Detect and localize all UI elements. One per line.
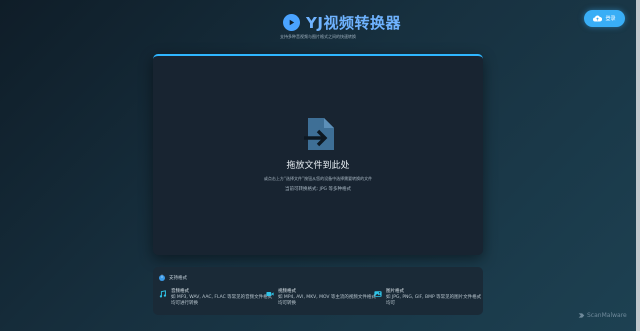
format-desc-cont: 均可转换 xyxy=(278,301,296,306)
play-logo-icon xyxy=(283,14,300,31)
format-item-image: 图片格式 如 JPG, PNG, GIF, BMP 等常见的图片文件格式 均可 xyxy=(374,289,481,307)
dropzone-hint: 或点击上方“选择文件”按钮从您的设备中选择需要转换的文件 xyxy=(263,176,373,181)
brand: YJ视频转换器 xyxy=(283,12,401,33)
watermark-logo-icon xyxy=(578,313,585,318)
supported-formats-panel: i 支持格式 音频格式 如 MP3, WAV, AAC, FLAC 等常见的音频… xyxy=(153,267,483,315)
format-desc: 如 JPG, PNG, GIF, BMP 等常见的图片文件格式 xyxy=(386,295,482,300)
music-icon xyxy=(159,290,167,298)
login-label: 登录 xyxy=(605,16,616,22)
watermark-text: ScanMalware xyxy=(587,312,627,319)
scrollbar[interactable] xyxy=(636,0,640,331)
format-desc-cont: 均可进行转换 xyxy=(171,301,198,306)
scrollbar-thumb[interactable] xyxy=(636,0,640,331)
login-button[interactable]: 登录 xyxy=(584,10,625,27)
dropzone-format-note: 当前可转换格式: JPG 等多种格式 xyxy=(285,187,351,192)
image-icon xyxy=(374,291,382,297)
video-camera-icon xyxy=(266,292,274,296)
upload-dropzone[interactable]: 拖放文件到此处 或点击上方“选择文件”按钮从您的设备中选择需要转换的文件 当前可… xyxy=(153,54,483,255)
info-icon: i xyxy=(159,275,165,281)
format-desc-cont: 均可 xyxy=(386,301,395,306)
formats-heading: i 支持格式 xyxy=(159,275,187,281)
file-import-icon xyxy=(304,118,334,150)
dropzone-title: 拖放文件到此处 xyxy=(286,161,350,171)
formats-heading-label: 支持格式 xyxy=(169,276,187,281)
cloud-upload-icon xyxy=(593,15,603,22)
app-title: YJ视频转换器 xyxy=(306,14,401,32)
format-item-video: 视频格式 如 MP4, AVI, MKV, MOV 等主流的视频文件格式 均可转… xyxy=(266,289,376,307)
app-subtitle: 支持多种音视频与图片格式之间的快速转换 xyxy=(280,34,356,39)
format-item-audio: 音频格式 如 MP3, WAV, AAC, FLAC 等常见的音频文件格式 均可… xyxy=(159,289,272,307)
watermark: ScanMalware xyxy=(578,312,627,319)
